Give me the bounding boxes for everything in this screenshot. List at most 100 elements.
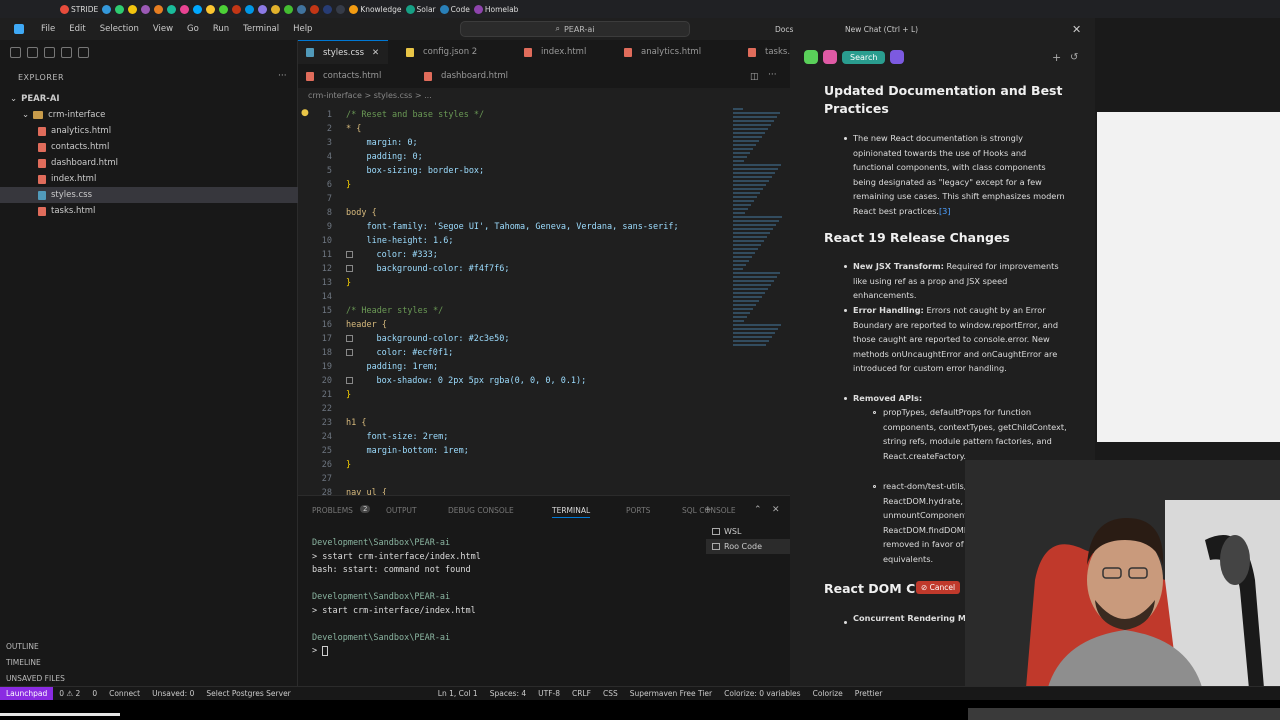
command-center-search[interactable]: ⌕ PEAR-ai xyxy=(460,21,690,37)
file-index-html[interactable]: index.html xyxy=(0,171,298,187)
bookmark-item[interactable] xyxy=(258,4,268,14)
bookmark-item[interactable] xyxy=(206,4,216,14)
status-item-2[interactable]: 0 xyxy=(86,689,103,698)
status-item-8[interactable]: UTF-8 xyxy=(532,689,566,698)
status-item-14[interactable]: Prettier xyxy=(849,689,889,698)
file-contacts-html[interactable]: contacts.html xyxy=(0,139,298,155)
bookmark-item[interactable] xyxy=(167,4,177,14)
tab-dashboard-html[interactable]: dashboard.html xyxy=(416,64,530,88)
status-item-4[interactable]: Unsaved: 0 xyxy=(146,689,200,698)
outline-section[interactable]: OUTLINE xyxy=(6,642,39,651)
close-window-icon[interactable]: ✕ xyxy=(1072,23,1081,36)
breadcrumb[interactable]: crm-interface > styles.css > ... xyxy=(308,91,432,100)
bookmark-item[interactable]: Solar xyxy=(405,4,436,14)
status-item-7[interactable]: Spaces: 4 xyxy=(484,689,532,698)
status-item-5[interactable]: Select Postgres Server xyxy=(200,689,296,698)
minimap[interactable] xyxy=(731,108,787,428)
panel-tab-sql-console[interactable]: SQL CONSOLE xyxy=(682,506,736,515)
bookmark-item[interactable] xyxy=(193,4,203,14)
bookmark-item[interactable]: Code xyxy=(439,4,470,14)
citation-link[interactable]: [3] xyxy=(939,206,951,216)
bookmark-item[interactable] xyxy=(271,4,281,14)
panel-tab-problems[interactable]: PROBLEMS xyxy=(312,506,353,515)
color-swatch[interactable] xyxy=(346,349,353,356)
folder-crm-interface[interactable]: ⌄ crm-interface xyxy=(0,107,298,123)
status-item-10[interactable]: CSS xyxy=(597,689,624,698)
tab-index-html[interactable]: index.html xyxy=(516,40,606,64)
extensions-icon[interactable] xyxy=(61,46,72,58)
bookmark-item[interactable] xyxy=(336,4,346,14)
status-item-11[interactable]: Supermaven Free Tier xyxy=(624,689,718,698)
panel-tab-terminal[interactable]: TERMINAL xyxy=(552,506,591,518)
terminal-entry[interactable]: Roo Code xyxy=(706,539,790,554)
menu-run[interactable]: Run xyxy=(206,24,236,34)
file-dashboard-html[interactable]: dashboard.html xyxy=(0,155,298,171)
terminal-entry[interactable]: WSL xyxy=(706,524,790,539)
bookmark-item[interactable]: Knowledge xyxy=(349,4,402,14)
bookmark-item[interactable] xyxy=(310,4,320,14)
history-icon[interactable]: ↺ xyxy=(1070,52,1078,63)
status-item-6[interactable]: Ln 1, Col 1 xyxy=(432,689,484,698)
code-editor[interactable]: 1 /* Reset and base styles */ 2 * {3 margin… xyxy=(298,108,728,498)
more-actions-icon[interactable]: ··· xyxy=(768,70,777,80)
cancel-button[interactable]: ⊘ Cancel xyxy=(916,581,961,594)
panel-tab-output[interactable]: OUTPUT xyxy=(386,506,417,515)
bookmark-item[interactable] xyxy=(141,4,151,14)
bookmark-item[interactable]: STRIDE xyxy=(60,4,98,14)
creator-icon[interactable] xyxy=(823,50,837,64)
split-editor-icon[interactable]: ◫ xyxy=(750,72,759,82)
chat-icon[interactable] xyxy=(804,50,818,64)
panel-tab-debug-console[interactable]: DEBUG CONSOLE xyxy=(448,506,514,515)
tab-analytics-html[interactable]: analytics.html xyxy=(616,40,730,64)
file-analytics-html[interactable]: analytics.html xyxy=(0,123,298,139)
bookmark-item[interactable] xyxy=(154,4,164,14)
search-tab[interactable]: Search xyxy=(842,50,886,64)
workspace-root[interactable]: ⌄ PEAR-AI xyxy=(0,91,298,107)
color-swatch[interactable] xyxy=(346,335,353,342)
menu-help[interactable]: Help xyxy=(286,24,319,34)
status-item-12[interactable]: Colorize: 0 variables xyxy=(718,689,806,698)
menu-file[interactable]: File xyxy=(34,24,62,34)
more-actions-icon[interactable]: ··· xyxy=(278,71,287,81)
file-tasks-html[interactable]: tasks.html xyxy=(0,203,298,219)
color-swatch[interactable] xyxy=(346,377,353,384)
docs-link[interactable]: Docs xyxy=(775,25,793,34)
run-debug-icon[interactable] xyxy=(78,46,89,58)
status-item-1[interactable]: 0 ⚠ 2 xyxy=(53,689,86,698)
add-icon[interactable]: + xyxy=(1052,51,1061,64)
bookmark-item[interactable] xyxy=(232,4,242,14)
bookmark-item[interactable] xyxy=(219,4,229,14)
menu-terminal[interactable]: Terminal xyxy=(236,24,286,34)
timeline-section[interactable]: TIMELINE xyxy=(6,658,41,667)
source-control-icon[interactable] xyxy=(44,46,55,58)
tab-config-json-2[interactable]: config.json 2 xyxy=(398,40,506,64)
bookmark-item[interactable] xyxy=(245,4,255,14)
maximize-panel-icon[interactable]: ⌃ xyxy=(754,505,762,515)
bookmark-item[interactable]: Homelab xyxy=(473,4,518,14)
bookmark-item[interactable] xyxy=(102,4,112,14)
bookmark-item[interactable] xyxy=(284,4,294,14)
color-swatch[interactable] xyxy=(346,265,353,272)
status-item-0[interactable]: Launchpad xyxy=(0,686,54,701)
status-item-13[interactable]: Colorize xyxy=(807,689,849,698)
file-styles-css[interactable]: styles.css xyxy=(0,187,298,203)
bookmark-item[interactable] xyxy=(115,4,125,14)
bookmark-item[interactable] xyxy=(180,4,190,14)
new-chat-button[interactable]: New Chat (Ctrl + L) xyxy=(845,25,918,34)
menu-selection[interactable]: Selection xyxy=(93,24,146,34)
memory-icon[interactable] xyxy=(890,50,905,64)
close-tab-icon[interactable]: ✕ xyxy=(372,48,379,58)
status-item-9[interactable]: CRLF xyxy=(566,689,597,698)
bookmark-item[interactable] xyxy=(297,4,307,14)
tab-contacts-html[interactable]: contacts.html xyxy=(298,64,406,88)
status-item-3[interactable]: Connect xyxy=(103,689,146,698)
close-panel-icon[interactable]: ✕ xyxy=(772,505,780,515)
panel-tab-ports[interactable]: PORTS xyxy=(626,506,650,515)
tab-styles-css[interactable]: styles.css ✕ xyxy=(298,40,388,64)
menu-view[interactable]: View xyxy=(146,24,180,34)
search-icon[interactable] xyxy=(27,46,38,58)
bookmark-item[interactable] xyxy=(323,4,333,14)
menu-go[interactable]: Go xyxy=(180,24,206,34)
unsaved-files-section[interactable]: UNSAVED FILES xyxy=(6,674,65,683)
color-swatch[interactable] xyxy=(346,251,353,258)
